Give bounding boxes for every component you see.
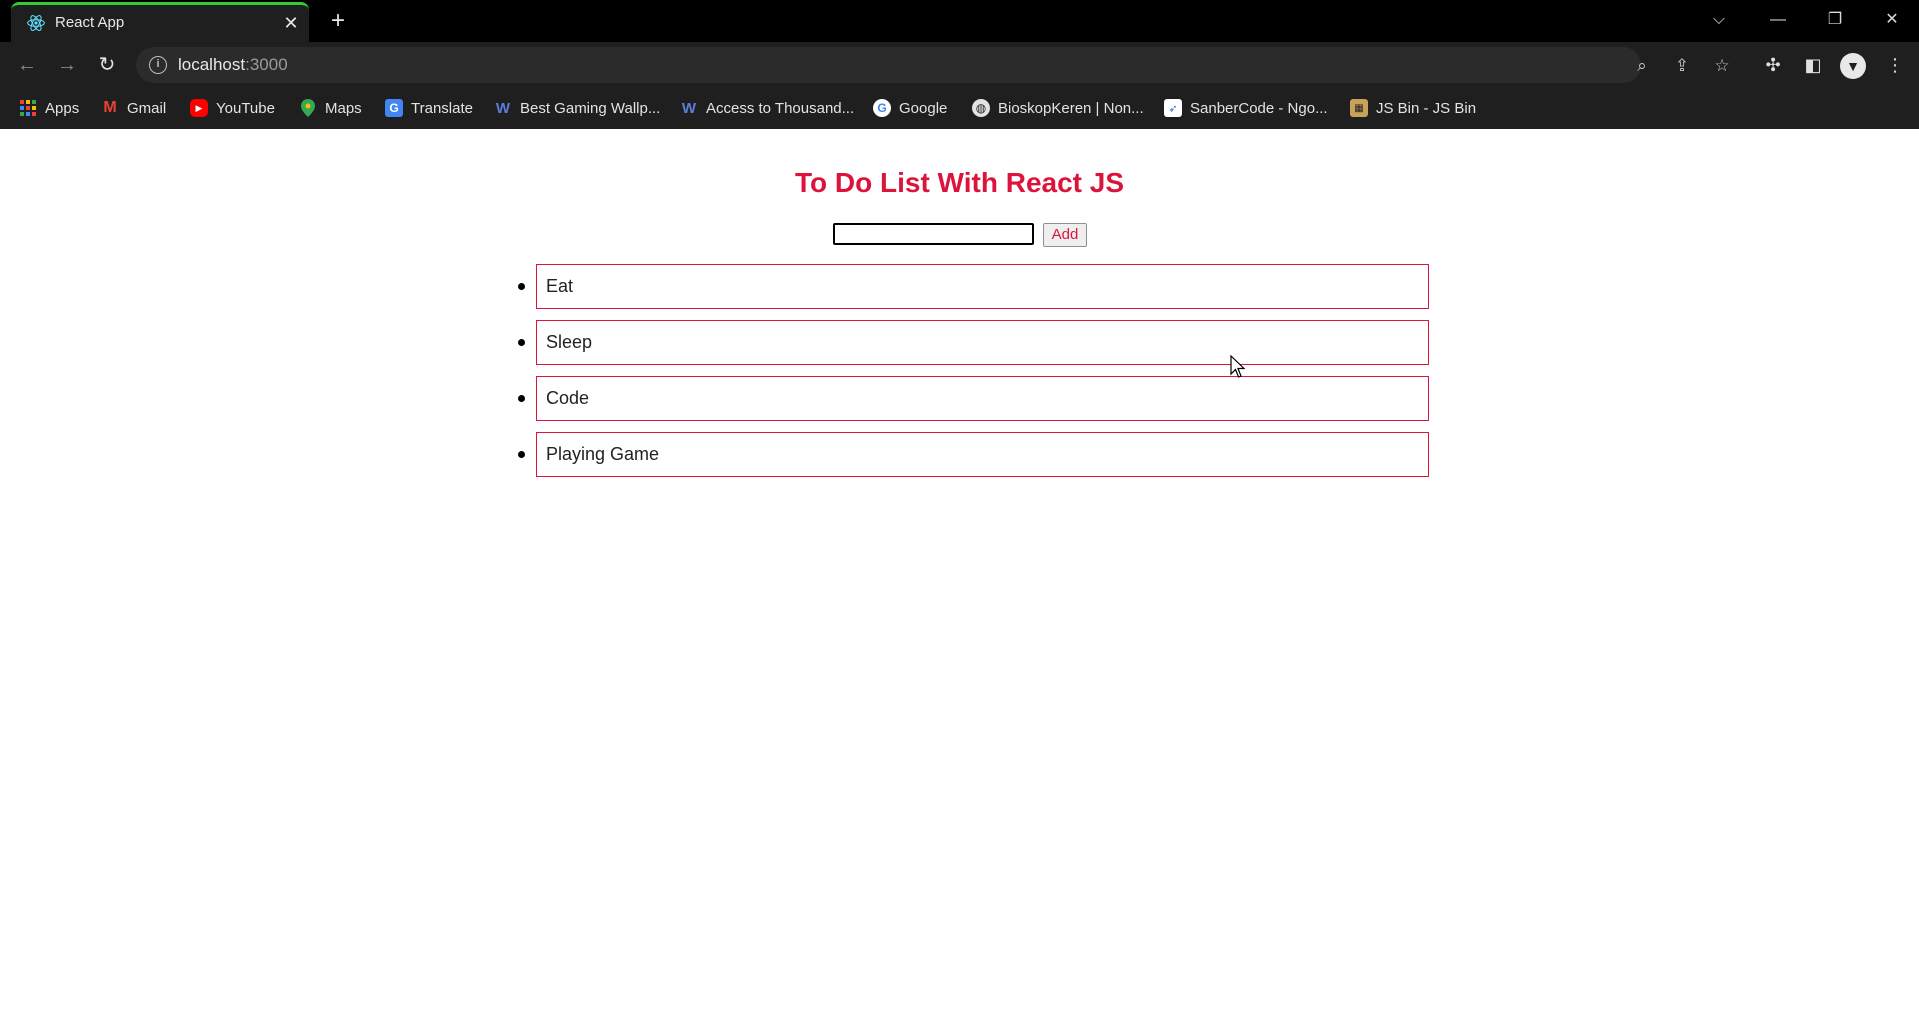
reload-icon[interactable]: ↻ xyxy=(93,51,121,79)
bookmark-label: Best Gaming Wallp... xyxy=(520,99,661,117)
todo-item[interactable]: Sleep xyxy=(518,320,1429,365)
share-icon[interactable]: ⇪ xyxy=(1671,55,1693,77)
tab-react-app[interactable]: React App ✕ xyxy=(11,2,309,42)
url-host: localhost xyxy=(178,55,246,74)
url-port: :3000 xyxy=(245,55,288,74)
mouse-cursor-icon xyxy=(1230,355,1246,378)
bullet-marker xyxy=(518,395,525,402)
bookmark-apps[interactable]: Apps xyxy=(19,96,79,120)
browser-chrome: React App ✕ + ⌵ — ❐ ✕ ← → ↻ i localhost:… xyxy=(0,0,1919,129)
bookmark-google[interactable]: G Google xyxy=(873,96,947,120)
todo-item[interactable]: Code xyxy=(518,376,1429,421)
bookmark-label: Apps xyxy=(45,99,80,117)
bookmark-label: Google xyxy=(899,99,948,117)
bookmark-label: BioskopKeren | Non... xyxy=(998,99,1144,117)
bookmark-label: JS Bin - JS Bin xyxy=(1376,99,1477,117)
browser-toolbar: ← → ↻ i localhost:3000 ⌕ ⇪ ☆ ✣ ◧ ▼ ⋮ xyxy=(0,42,1919,88)
react-logo-icon xyxy=(27,15,45,31)
address-bar[interactable]: i localhost:3000 ⌕ ⇪ ☆ xyxy=(136,47,1730,83)
new-tab-icon[interactable]: + xyxy=(324,8,352,36)
jsbin-icon: ▦ xyxy=(1350,99,1368,117)
todo-text: Playing Game xyxy=(546,444,660,464)
tab-title: React App xyxy=(55,14,125,31)
menu-kebab-icon[interactable]: ⋮ xyxy=(1882,52,1908,78)
url-text[interactable]: localhost:3000 xyxy=(178,55,288,75)
add-button[interactable]: Add xyxy=(1043,223,1087,247)
bookmark-label: SanberCode - Ngo... xyxy=(1190,99,1328,117)
bookmark-gmail[interactable]: M Gmail xyxy=(101,96,166,120)
youtube-icon: ▶ xyxy=(190,99,208,117)
bookmark-youtube[interactable]: ▶ YouTube xyxy=(190,96,275,120)
todo-text: Eat xyxy=(546,276,574,296)
bookmarks-bar: Apps M Gmail ▶ YouTube Maps G Translate … xyxy=(0,88,1919,129)
bookmark-label: Access to Thousand... xyxy=(706,99,855,117)
maps-pin-icon xyxy=(299,99,317,117)
wallpaper-site-icon: W xyxy=(681,99,697,117)
translate-icon: G xyxy=(385,99,403,117)
side-panel-icon[interactable]: ◧ xyxy=(1800,52,1826,78)
restore-icon[interactable]: ❐ xyxy=(1815,6,1855,34)
google-icon: G xyxy=(873,99,891,117)
todo-list: Eat Sleep Code Playing Game xyxy=(518,264,1429,488)
bookmark-sanbercode[interactable]: ➶ SanberCode - Ngo... xyxy=(1164,96,1328,120)
bookmark-access-thousand[interactable]: W Access to Thousand... xyxy=(680,96,854,120)
bullet-marker xyxy=(518,283,525,290)
minimize-icon[interactable]: — xyxy=(1758,6,1798,34)
bullet-marker xyxy=(518,339,525,346)
todo-item[interactable]: Eat xyxy=(518,264,1429,309)
bookmark-jsbin[interactable]: ▦ JS Bin - JS Bin xyxy=(1350,96,1476,120)
todo-text: Code xyxy=(546,388,590,408)
bookmark-star-icon[interactable]: ☆ xyxy=(1711,55,1733,77)
page-content: To Do List With React JS Add Eat Sleep C… xyxy=(0,129,1919,1019)
page-title: To Do List With React JS xyxy=(794,167,1125,198)
todo-input[interactable] xyxy=(833,223,1034,245)
bookmark-label: Translate xyxy=(411,99,473,117)
close-window-icon[interactable]: ✕ xyxy=(1872,6,1912,34)
site-info-icon[interactable]: i xyxy=(149,56,167,74)
apps-grid-icon xyxy=(19,99,37,117)
bullet-marker xyxy=(518,451,525,458)
bookmark-best-gaming[interactable]: W Best Gaming Wallp... xyxy=(494,96,660,120)
zoom-icon[interactable]: ⌕ xyxy=(1631,55,1653,77)
bookmark-label: Maps xyxy=(325,99,362,117)
globe-icon: ◍ xyxy=(972,99,990,117)
tab-search-chevron-icon[interactable]: ⌵ xyxy=(1699,6,1739,34)
forward-icon[interactable]: → xyxy=(53,51,81,79)
tab-strip: React App ✕ + ⌵ — ❐ ✕ xyxy=(0,0,1919,42)
bookmark-label: YouTube xyxy=(216,99,275,117)
gmail-icon: M xyxy=(103,99,117,116)
close-tab-icon[interactable]: ✕ xyxy=(279,11,303,35)
sanbercode-icon: ➶ xyxy=(1164,99,1182,117)
extensions-icon[interactable]: ✣ xyxy=(1760,52,1786,78)
todo-item[interactable]: Playing Game xyxy=(518,432,1429,477)
profile-avatar[interactable]: ▼ xyxy=(1840,53,1866,79)
bookmark-maps[interactable]: Maps xyxy=(299,96,362,120)
bookmark-label: Gmail xyxy=(127,99,167,117)
bookmark-bioskopkeren[interactable]: ◍ BioskopKeren | Non... xyxy=(972,96,1144,120)
bookmark-translate[interactable]: G Translate xyxy=(385,96,473,120)
wallpaper-site-icon: W xyxy=(495,99,511,117)
todo-text: Sleep xyxy=(546,332,593,352)
back-icon[interactable]: ← xyxy=(13,51,41,79)
